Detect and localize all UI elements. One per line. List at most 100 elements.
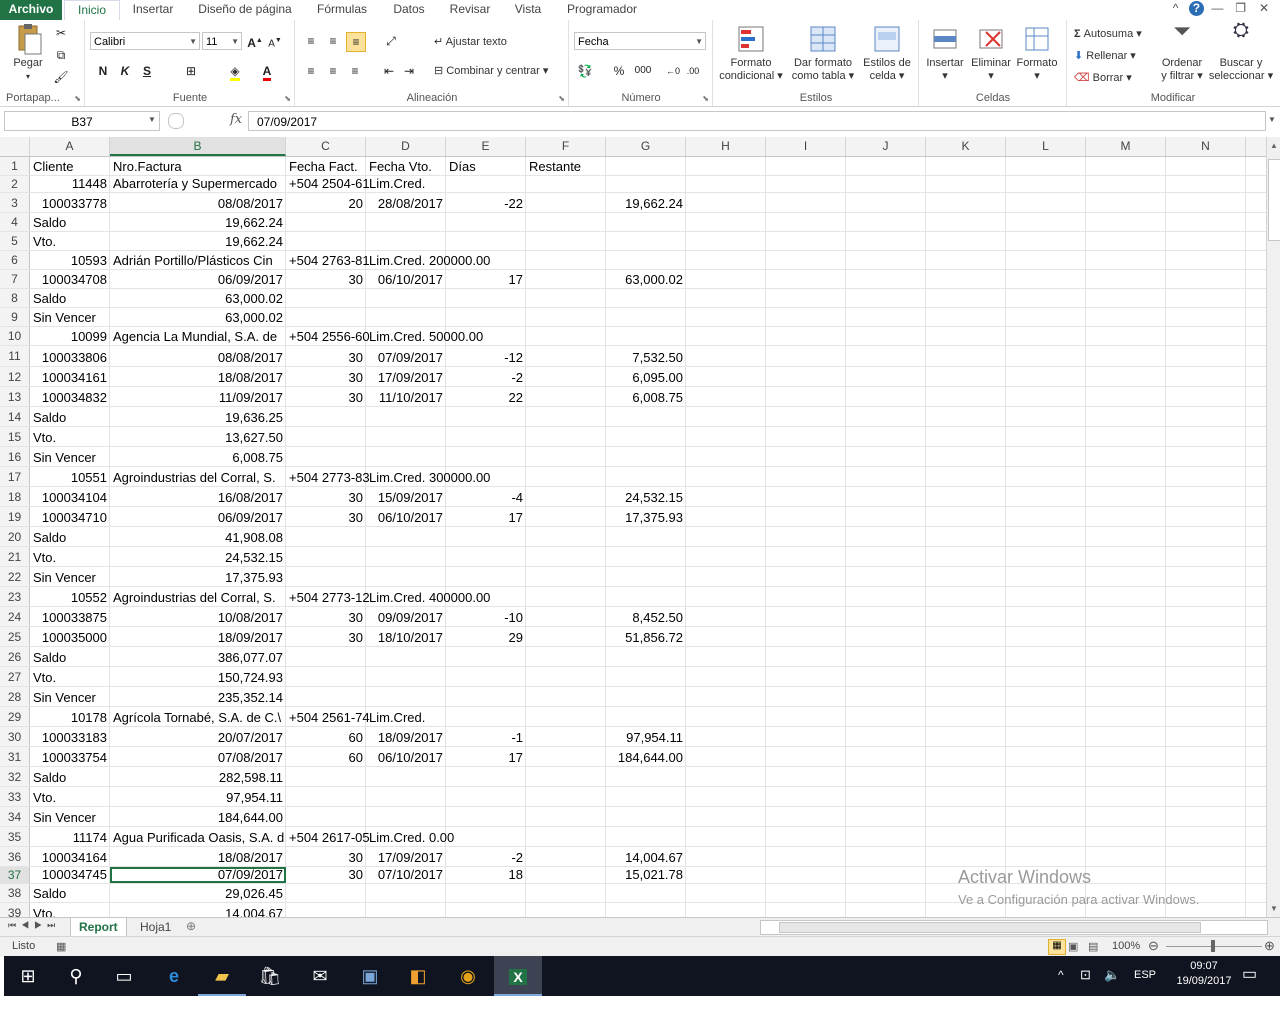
sort-filter-button[interactable]: ⏷ Ordenar y filtrar ▾ [1154, 20, 1210, 83]
cell-h12[interactable] [686, 367, 766, 386]
copy-icon[interactable]: ⧉ [52, 46, 70, 64]
cell-j6[interactable] [846, 251, 926, 269]
cell-m13[interactable] [1086, 387, 1166, 406]
cell-b19[interactable]: 06/09/2017 [110, 507, 286, 526]
cell-m5[interactable] [1086, 232, 1166, 250]
cell-g19[interactable]: 17,375.93 [606, 507, 686, 526]
cell-c15[interactable] [286, 427, 366, 446]
cell-m27[interactable] [1086, 667, 1166, 686]
row-header[interactable]: 38 [0, 884, 30, 902]
comma-style-icon[interactable]: 000 [632, 62, 654, 80]
align-right-icon[interactable]: ≡ [346, 62, 364, 80]
cell-g13[interactable]: 6,008.75 [606, 387, 686, 406]
restore-icon[interactable]: ❐ [1231, 1, 1251, 15]
cell-c25[interactable]: 30 [286, 627, 366, 646]
cell-g16[interactable] [606, 447, 686, 466]
cell-n16[interactable] [1166, 447, 1246, 466]
cell-g27[interactable] [606, 667, 686, 686]
search-icon[interactable]: ⚲ [52, 956, 100, 996]
cell-g23[interactable] [606, 587, 686, 606]
cell-h28[interactable] [686, 687, 766, 706]
cell-d28[interactable] [366, 687, 446, 706]
cell-c39[interactable] [286, 903, 366, 917]
cell-d11[interactable]: 07/09/2017 [366, 346, 446, 366]
tab-insertar[interactable]: Insertar [124, 0, 182, 20]
cell-i17[interactable] [766, 467, 846, 486]
cell-a28[interactable]: Sin Vencer [30, 687, 110, 706]
cell-c33[interactable] [286, 787, 366, 806]
cell-n27[interactable] [1166, 667, 1246, 686]
cell-c26[interactable] [286, 647, 366, 666]
cell-g39[interactable] [606, 903, 686, 917]
cell-j13[interactable] [846, 387, 926, 406]
column-header-k[interactable]: K [926, 137, 1006, 156]
cell-b11[interactable]: 08/08/2017 [110, 346, 286, 366]
cell-m31[interactable] [1086, 747, 1166, 766]
cell-b17[interactable]: Agroindustrias del Corral, S. [110, 467, 286, 486]
cell-k9[interactable] [926, 308, 1006, 326]
cell-l24[interactable] [1006, 607, 1086, 626]
bold-button[interactable]: N [94, 62, 112, 80]
cell-j38[interactable] [846, 884, 926, 902]
cell-k14[interactable] [926, 407, 1006, 426]
cell-j35[interactable] [846, 827, 926, 846]
wrap-text-button[interactable]: ↵ Ajustar texto [434, 35, 507, 48]
cell-d30[interactable]: 18/09/2017 [366, 727, 446, 746]
cell-e24[interactable]: -10 [446, 607, 526, 626]
cell-m26[interactable] [1086, 647, 1166, 666]
cell-h38[interactable] [686, 884, 766, 902]
cell-j14[interactable] [846, 407, 926, 426]
row-header[interactable]: 1 [0, 157, 30, 175]
name-box-chevron-down-icon[interactable]: ▼ [148, 115, 156, 124]
format-cells-button[interactable]: Formato ▾ [1014, 24, 1060, 83]
cell-h30[interactable] [686, 727, 766, 746]
italic-button[interactable]: K [116, 62, 134, 80]
cell-l30[interactable] [1006, 727, 1086, 746]
row-header[interactable]: 35 [0, 827, 30, 846]
cell-l11[interactable] [1006, 346, 1086, 366]
cell-c27[interactable] [286, 667, 366, 686]
underline-button[interactable]: S [138, 62, 156, 80]
cell-f16[interactable] [526, 447, 606, 466]
paste-button[interactable]: Pegar ▾ [6, 24, 50, 83]
cell-b29[interactable]: Agrícola Tornabé, S.A. de C.\ [110, 707, 286, 726]
cell-i3[interactable] [766, 193, 846, 212]
cell-m10[interactable] [1086, 327, 1166, 345]
cell-e16[interactable] [446, 447, 526, 466]
cell-f15[interactable] [526, 427, 606, 446]
cell-c29[interactable]: +504 2561-74 [286, 707, 370, 726]
cell-b24[interactable]: 10/08/2017 [110, 607, 286, 626]
cell-g3[interactable]: 19,662.24 [606, 193, 686, 212]
cell-e6[interactable] [446, 251, 526, 269]
cell-n26[interactable] [1166, 647, 1246, 666]
borders-icon[interactable]: ⊞ [182, 62, 200, 80]
row-header[interactable]: 39 [0, 903, 30, 917]
cell-k2[interactable] [926, 176, 1006, 192]
cell-h10[interactable] [686, 327, 766, 345]
cell-b21[interactable]: 24,532.15 [110, 547, 286, 566]
grow-font-icon[interactable]: A▲ [246, 32, 264, 50]
cell-g21[interactable] [606, 547, 686, 566]
cell-d32[interactable] [366, 767, 446, 786]
cell-k6[interactable] [926, 251, 1006, 269]
macro-record-icon[interactable]: ▦ [56, 940, 66, 953]
cell-m17[interactable] [1086, 467, 1166, 486]
cell-a37[interactable]: 100034745 [30, 867, 110, 883]
row-header[interactable]: 5 [0, 232, 30, 250]
expand-formula-bar-chevron-down-icon[interactable]: ▼ [1268, 115, 1276, 124]
cell-h1[interactable] [686, 157, 766, 175]
cell-l17[interactable] [1006, 467, 1086, 486]
column-header-c[interactable]: C [286, 137, 366, 156]
cell-g29[interactable] [606, 707, 686, 726]
cell-h16[interactable] [686, 447, 766, 466]
cell-m14[interactable] [1086, 407, 1166, 426]
cell-h14[interactable] [686, 407, 766, 426]
cell-c36[interactable]: 30 [286, 847, 366, 866]
cell-i22[interactable] [766, 567, 846, 586]
normal-view-icon[interactable]: ▦ [1048, 939, 1066, 955]
cell-k10[interactable] [926, 327, 1006, 345]
task-view-icon[interactable]: ▭ [100, 956, 148, 996]
cell-g14[interactable] [606, 407, 686, 426]
currency-icon[interactable]: 💱 [576, 62, 594, 80]
cell-c8[interactable] [286, 289, 366, 307]
